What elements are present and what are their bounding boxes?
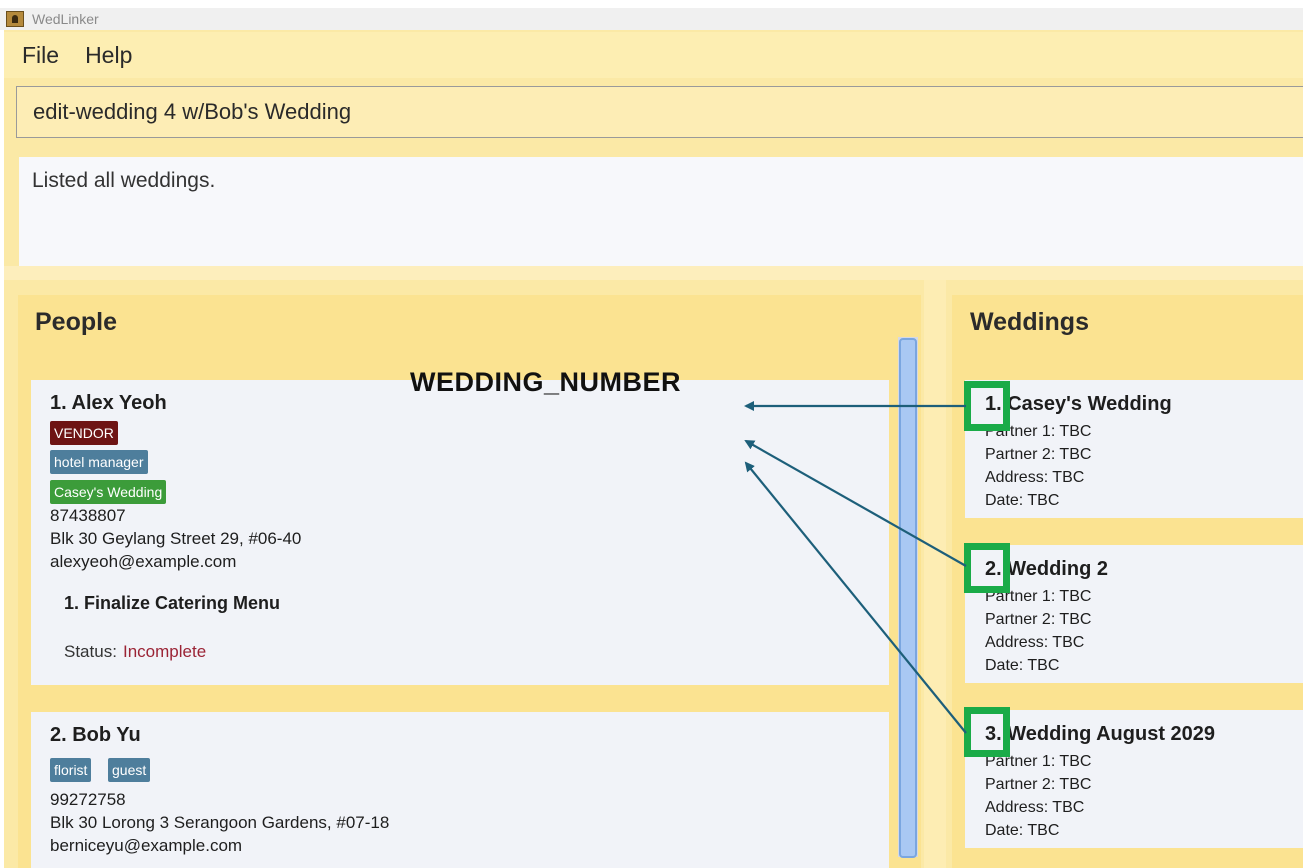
person-name: 1. Alex Yeoh bbox=[50, 392, 167, 414]
email: berniceyu@example.com bbox=[50, 836, 243, 855]
wedding-partner2: Partner 2: TBC bbox=[985, 611, 1092, 628]
command-input[interactable]: edit-wedding 4 w/Bob's Wedding bbox=[16, 86, 1303, 138]
wedding-tag: Casey's Wedding bbox=[50, 480, 167, 504]
wedding-name: 3. Wedding August 2029 bbox=[985, 723, 1216, 745]
email: alexyeoh@example.com bbox=[50, 552, 237, 571]
wedding-number-highlight bbox=[964, 707, 1010, 757]
person-card[interactable]: 1. Alex Yeoh VENDOR hotel manager Casey'… bbox=[31, 380, 889, 685]
person-card[interactable]: 2. Bob Yu florist guest 99272758 Blk 30 … bbox=[31, 712, 889, 868]
wedding-date: Date: TBC bbox=[985, 657, 1060, 674]
annotation-label: WEDDING_NUMBER bbox=[410, 367, 682, 397]
wedding-date: Date: TBC bbox=[985, 492, 1060, 509]
weddings-panel-title: Weddings bbox=[970, 308, 1089, 336]
task-title: 1. Finalize Catering Menu bbox=[64, 593, 281, 613]
app-icon bbox=[6, 11, 24, 27]
wedding-name: 1. Casey's Wedding bbox=[985, 393, 1172, 415]
address: Blk 30 Geylang Street 29, #06-40 bbox=[50, 529, 302, 548]
divider bbox=[4, 266, 1303, 280]
app-title: WedLinker bbox=[32, 11, 99, 27]
wedding-partner2: Partner 2: TBC bbox=[985, 446, 1092, 463]
phone: 87438807 bbox=[50, 506, 126, 525]
task-status-label: Status: bbox=[64, 642, 117, 661]
tag: hotel manager bbox=[50, 450, 148, 474]
person-name: 2. Bob Yu bbox=[50, 724, 141, 746]
menu-help[interactable]: Help bbox=[85, 42, 132, 69]
wedding-card[interactable]: 2. Wedding 2 Partner 1: TBC Partner 2: T… bbox=[965, 545, 1303, 683]
title-bar: WedLinker bbox=[0, 8, 1303, 30]
wedding-card[interactable]: 3. Wedding August 2029 Partner 1: TBC Pa… bbox=[965, 710, 1303, 848]
people-panel-title: People bbox=[35, 308, 117, 336]
wedding-number-highlight bbox=[964, 381, 1010, 431]
address: Blk 30 Lorong 3 Serangoon Gardens, #07-1… bbox=[50, 813, 390, 832]
command-input-value: edit-wedding 4 w/Bob's Wedding bbox=[33, 99, 352, 124]
tag: guest bbox=[108, 758, 151, 782]
wedding-card[interactable]: 1. Casey's Wedding Partner 1: TBC Partne… bbox=[965, 380, 1303, 518]
wedding-address: Address: TBC bbox=[985, 634, 1085, 651]
menu-file[interactable]: File bbox=[22, 42, 59, 69]
result-display: Listed all weddings. bbox=[19, 157, 1303, 266]
wedding-date: Date: TBC bbox=[985, 822, 1060, 839]
people-scrollbar-thumb[interactable] bbox=[899, 338, 917, 858]
menu-bar: File Help bbox=[4, 32, 1303, 78]
wedding-address: Address: TBC bbox=[985, 469, 1085, 486]
task-status-value: Incomplete bbox=[123, 642, 207, 661]
panel-divider[interactable] bbox=[924, 280, 946, 868]
tag: florist bbox=[50, 758, 92, 782]
wedding-partner2: Partner 2: TBC bbox=[985, 776, 1092, 793]
wedding-address: Address: TBC bbox=[985, 799, 1085, 816]
role-tag: VENDOR bbox=[50, 421, 118, 445]
wedding-number-highlight bbox=[964, 543, 1010, 593]
result-text: Listed all weddings. bbox=[32, 169, 216, 192]
phone: 99272758 bbox=[50, 790, 126, 809]
